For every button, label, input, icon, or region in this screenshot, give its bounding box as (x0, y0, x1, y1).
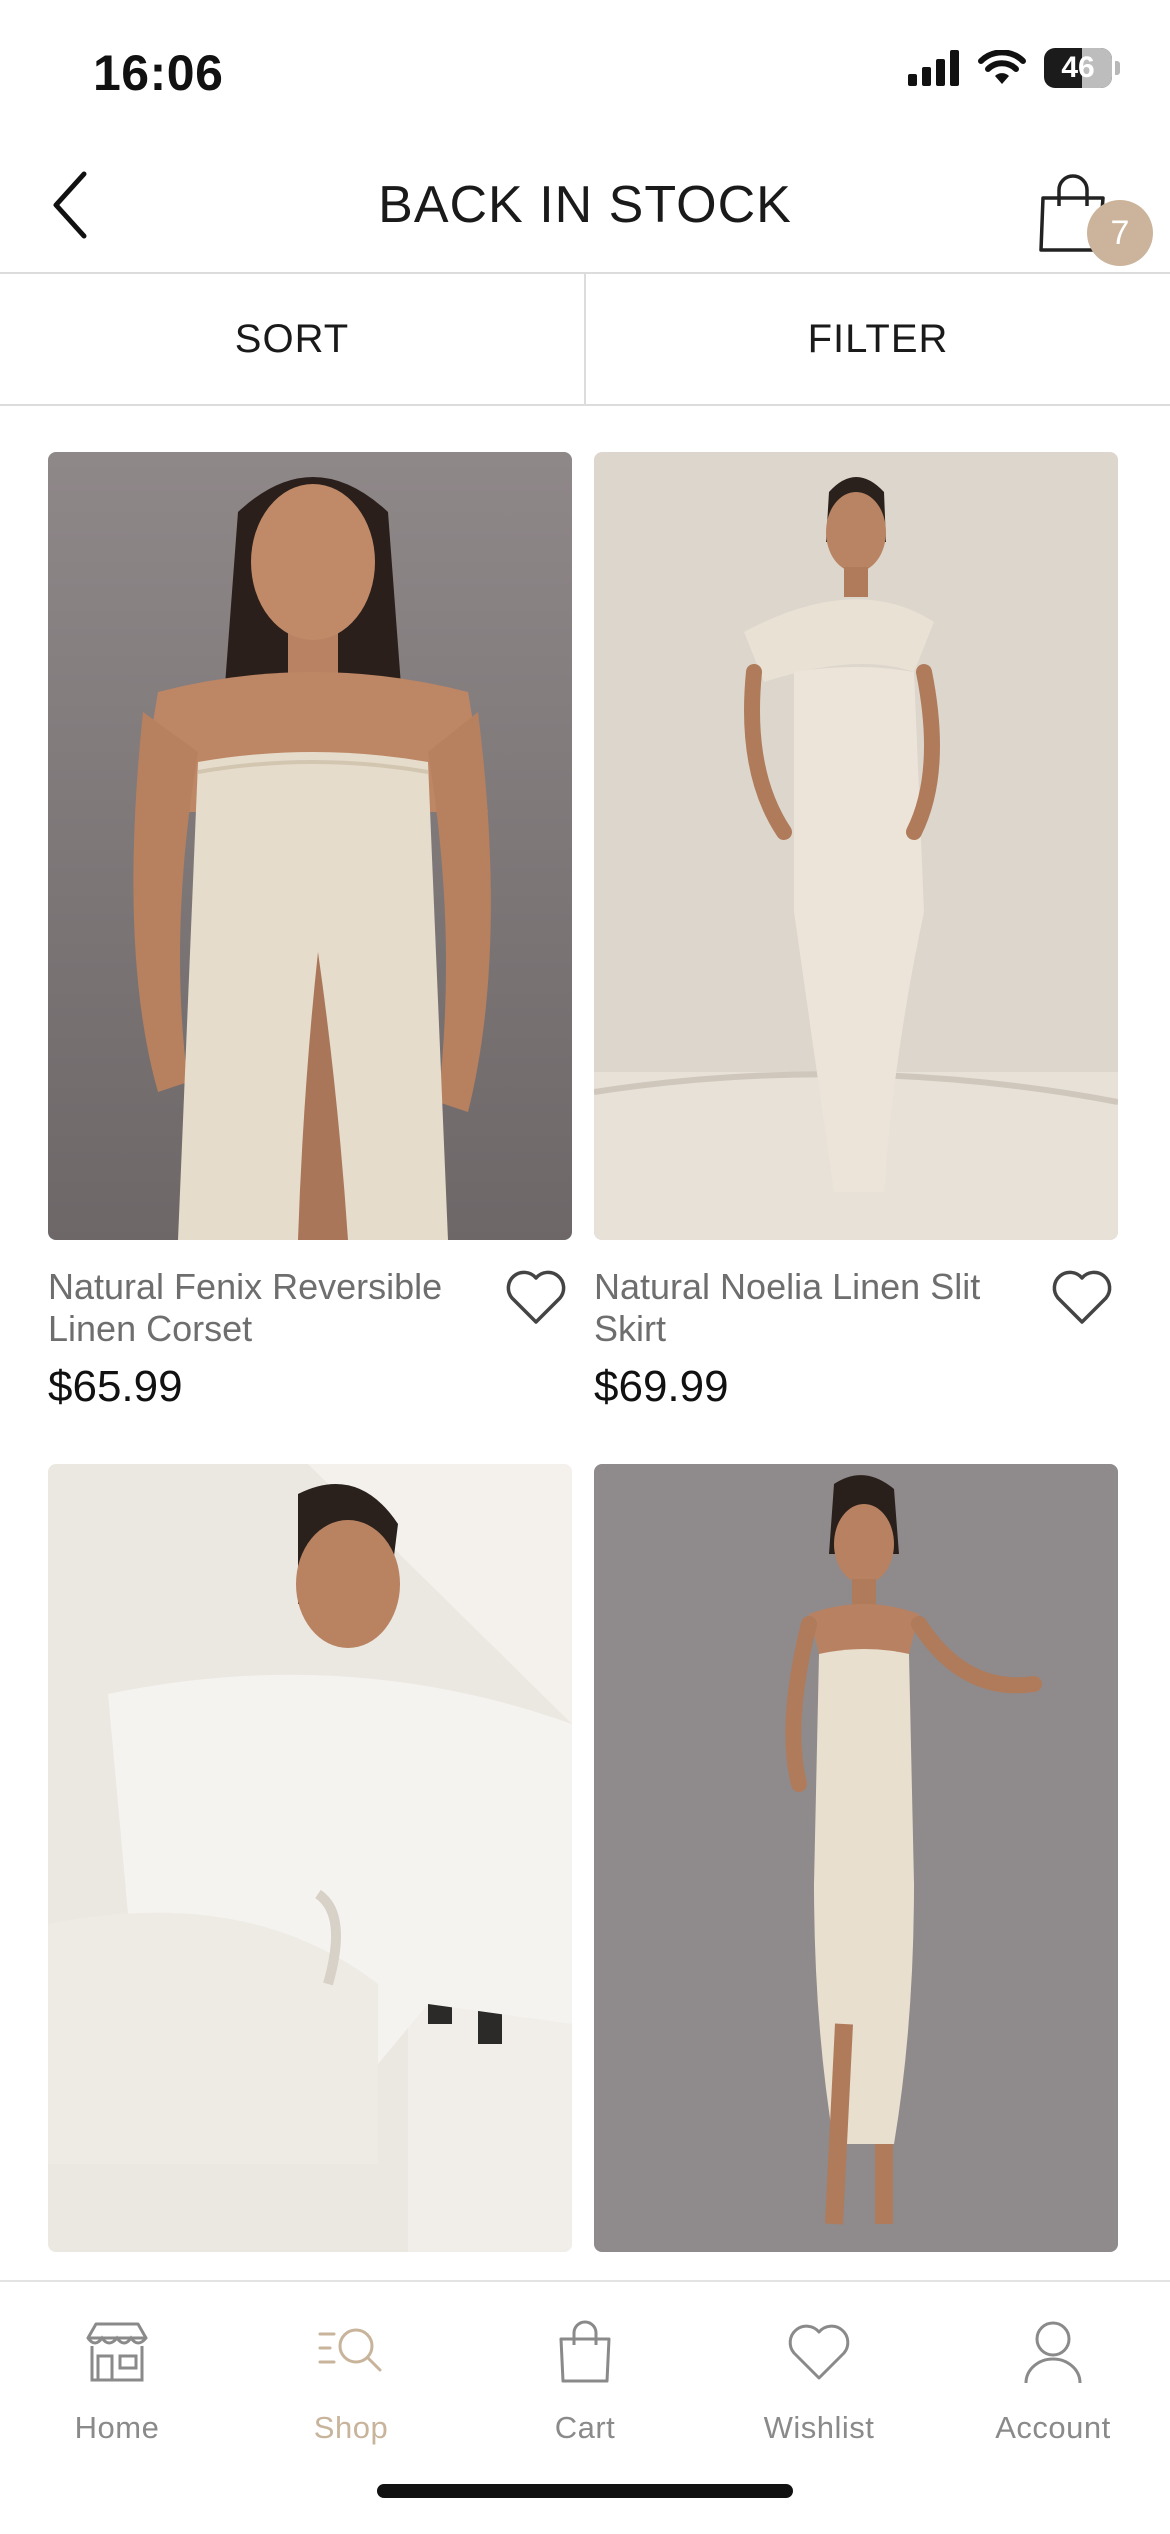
wifi-icon (978, 50, 1026, 84)
product-image[interactable] (48, 1464, 572, 2252)
product-image[interactable] (594, 452, 1118, 1240)
tab-home[interactable]: Home (0, 2312, 234, 2446)
heart-icon (788, 2324, 850, 2380)
user-icon (1024, 2321, 1082, 2384)
battery-level: 46 (1061, 51, 1095, 84)
wishlist-button[interactable] (1046, 1262, 1118, 1334)
filter-button[interactable]: FILTER (584, 274, 1170, 404)
product-name[interactable]: Natural Fenix Reversible Linen Corset (48, 1266, 468, 1350)
tab-label: Cart (554, 2410, 616, 2445)
page-title: BACK IN STOCK (378, 176, 792, 234)
sort-filter-bar: SORT FILTER (0, 272, 1170, 406)
tab-label: Home (74, 2410, 160, 2445)
product-image[interactable] (48, 452, 572, 1240)
product-image[interactable] (594, 1464, 1118, 2252)
cart-count-badge: 7 (1087, 200, 1153, 266)
shop-search-icon (318, 2328, 382, 2372)
product-price: $69.99 (594, 1362, 729, 1411)
store-icon (86, 2322, 148, 2382)
bag-icon (559, 2320, 611, 2383)
tab-shop[interactable]: Shop (234, 2312, 468, 2446)
sort-button[interactable]: SORT (0, 274, 584, 404)
home-indicator (377, 2484, 793, 2498)
tab-label: Wishlist (763, 2410, 875, 2445)
tab-label: Account (995, 2410, 1111, 2445)
status-time: 16:06 (93, 45, 224, 101)
heart-icon (1052, 1270, 1112, 1324)
product-name[interactable]: Natural Noelia Linen Slit Skirt (594, 1266, 1014, 1350)
tab-cart[interactable]: Cart (468, 2312, 702, 2446)
tab-wishlist[interactable]: Wishlist (702, 2312, 936, 2446)
product-price: $65.99 (48, 1362, 183, 1411)
heart-icon (506, 1270, 566, 1324)
tab-account[interactable]: Account (936, 2312, 1170, 2446)
status-icons: 46 (908, 48, 1120, 88)
signal-icon (908, 50, 959, 86)
battery-icon: 46 (1044, 48, 1120, 88)
wishlist-button[interactable] (500, 1262, 572, 1334)
tab-label: Shop (313, 2410, 389, 2445)
